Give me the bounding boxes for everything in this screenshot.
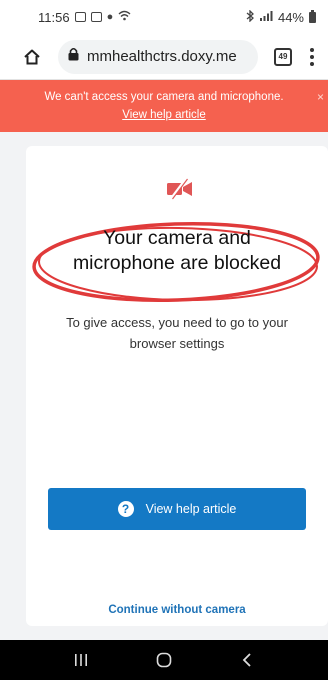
banner-help-link[interactable]: View help article: [122, 106, 206, 124]
battery-icon: [309, 9, 316, 23]
camera-blocked-icon: [167, 178, 192, 200]
app-notification-icon: ●: [106, 10, 114, 23]
address-bar[interactable]: mmhealthctrs.doxy.me: [58, 39, 258, 74]
home-icon[interactable]: [22, 47, 42, 67]
title-line-2: microphone are blocked: [72, 252, 282, 274]
overflow-menu-icon[interactable]: [304, 47, 320, 66]
browser-toolbar: mmhealthctrs.doxy.me 49: [0, 34, 328, 80]
instructions-text: To give access, you need to go to your b…: [46, 312, 308, 354]
status-right: 44%: [246, 8, 316, 25]
view-help-article-button[interactable]: ? View help article: [48, 488, 306, 530]
page-background: Your camera and microphone are blocked T…: [0, 132, 328, 640]
desc-line-1: To give access, you need to go to your: [66, 315, 288, 330]
permission-card: Your camera and microphone are blocked T…: [26, 146, 328, 626]
tab-switcher-button[interactable]: 49: [274, 47, 292, 66]
signal-icon: [259, 10, 273, 24]
lock-icon: [68, 47, 79, 66]
system-nav-bar: [0, 640, 328, 680]
question-icon: ?: [117, 501, 134, 517]
error-banner: We can't access your camera and micropho…: [0, 80, 328, 132]
banner-close-icon[interactable]: ×: [317, 88, 324, 106]
battery-percent: 44%: [277, 9, 304, 25]
status-bar: 11:56 ● 44%: [0, 0, 328, 34]
help-button-label: View help article: [145, 502, 237, 516]
status-time: 11:56: [38, 9, 70, 25]
continue-without-camera-link[interactable]: Continue without camera: [26, 604, 328, 616]
back-icon[interactable]: [235, 648, 259, 672]
status-left: 11:56 ●: [38, 10, 131, 25]
desc-line-2: browser settings: [129, 336, 225, 351]
page-title: Your camera and microphone are blocked: [26, 226, 328, 276]
url-text: mmhealthctrs.doxy.me: [87, 48, 237, 65]
image-notification-icon-2: [90, 12, 102, 22]
recent-apps-icon[interactable]: [69, 648, 93, 672]
wifi-icon: [118, 10, 131, 24]
bluetooth-icon: [246, 8, 255, 25]
banner-message: We can't access your camera and micropho…: [44, 91, 284, 103]
image-notification-icon: [74, 12, 86, 22]
home-button-icon[interactable]: [152, 648, 176, 672]
title-line-1: Your camera and: [103, 227, 251, 249]
